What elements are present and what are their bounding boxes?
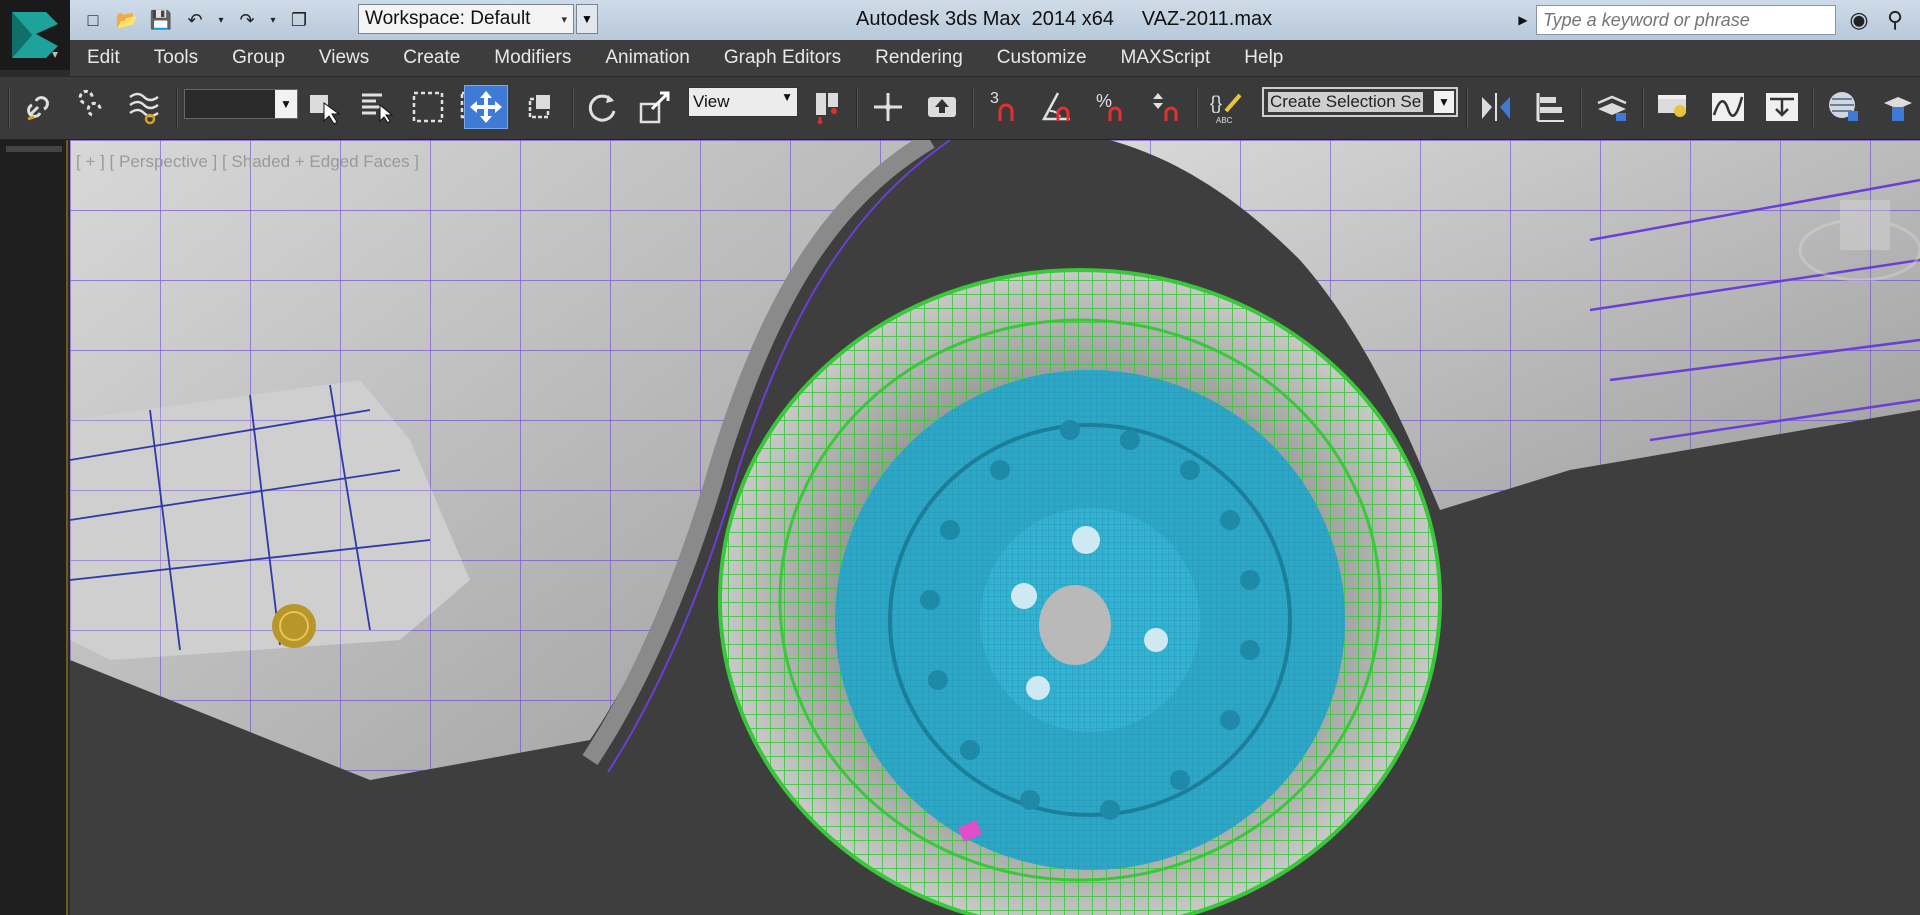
3dsmax-logo-icon [12, 12, 58, 58]
wheel-model [718, 268, 1442, 915]
layer-explorer-icon[interactable] [1590, 85, 1634, 129]
select-and-move-icon[interactable] [464, 85, 508, 129]
menu-create[interactable]: Create [386, 47, 477, 69]
separator [972, 87, 974, 129]
chevron-down-icon: ▼ [781, 90, 793, 104]
new-file-icon[interactable]: □ [78, 6, 108, 34]
separator [1642, 87, 1644, 129]
redo-dropdown-icon[interactable]: ▾ [266, 6, 280, 34]
main-toolbar: ▼ View ▼ 3 % {} ABC Create Selection Se … [0, 76, 1920, 140]
svg-text:{}: {} [1210, 93, 1222, 113]
badge-icon [272, 604, 316, 648]
search-expand-icon[interactable]: ▶ [1516, 6, 1530, 34]
menu-graph-editors[interactable]: Graph Editors [707, 47, 858, 69]
menu-views[interactable]: Views [302, 47, 386, 69]
angle-snap-toggle-icon[interactable] [1036, 85, 1080, 129]
perspective-viewport[interactable] [70, 140, 1920, 915]
separator [856, 87, 858, 129]
redo-icon[interactable]: ↷ [232, 6, 262, 34]
workspace-label: Workspace: Default [365, 8, 531, 29]
panel-grip[interactable] [6, 146, 62, 152]
snaps-toggle-icon[interactable]: 3 [982, 85, 1026, 129]
workspace-menu-button[interactable]: ▼ [576, 4, 598, 34]
menu-animation[interactable]: Animation [588, 47, 707, 69]
reference-coordinate-value: View [693, 92, 730, 111]
save-icon[interactable]: 💾 [146, 6, 176, 34]
render-setup-icon[interactable] [1876, 85, 1920, 129]
application-button[interactable] [0, 0, 70, 70]
rectangular-selection-icon[interactable] [406, 85, 450, 129]
keyboard-shortcut-override-icon[interactable] [920, 85, 964, 129]
select-by-name-icon[interactable] [354, 85, 398, 129]
menu-tools[interactable]: Tools [137, 47, 215, 69]
named-selection-set-dropdown[interactable]: Create Selection Se ▼ [1262, 87, 1458, 117]
quick-access-toolbar: □ 📂 💾 ↶ ▾ ↷ ▾ ❐ [78, 4, 314, 36]
app-window: □ 📂 💾 ↶ ▾ ↷ ▾ ❐ Workspace: Default ▾ ▼ A… [0, 0, 1920, 915]
curve-editor-icon[interactable] [1706, 85, 1750, 129]
select-and-manipulate-icon[interactable] [866, 85, 910, 129]
use-pivot-point-center-icon[interactable] [806, 85, 850, 129]
menu-modifiers[interactable]: Modifiers [477, 47, 588, 69]
title-bar: □ 📂 💾 ↶ ▾ ↷ ▾ ❐ Workspace: Default ▾ ▼ A… [0, 0, 1920, 40]
menu-maxscript[interactable]: MAXScript [1104, 47, 1228, 69]
undo-dropdown-icon[interactable]: ▾ [214, 6, 228, 34]
chevron-down-icon: ▼ [275, 90, 297, 118]
project-folder-icon[interactable]: ❐ [284, 6, 314, 34]
workspace-dropdown[interactable]: Workspace: Default ▾ [358, 4, 574, 34]
select-and-rotate-icon[interactable] [580, 85, 624, 129]
select-object-icon[interactable] [302, 85, 346, 129]
viewport-scene [70, 140, 1920, 915]
selection-filter-dropdown[interactable]: ▼ [184, 89, 298, 119]
menu-bar: Edit Tools Group Views Create Modifiers … [70, 40, 1920, 76]
chevron-down-icon: ▾ [561, 13, 567, 26]
percent-snap-toggle-icon[interactable]: % [1090, 85, 1134, 129]
align-icon[interactable] [1528, 85, 1572, 129]
menu-edit[interactable]: Edit [70, 47, 137, 69]
search-input[interactable] [1536, 5, 1836, 35]
separator [1466, 87, 1468, 129]
toggle-ribbon-icon[interactable] [1652, 85, 1696, 129]
binoculars-icon[interactable]: ◉ [1844, 5, 1874, 35]
select-and-scale-icon[interactable] [634, 85, 678, 129]
viewport-label[interactable]: [ + ] [ Perspective ] [ Shaded + Edged F… [76, 152, 419, 172]
mirror-icon[interactable] [1474, 85, 1518, 129]
viewport-left-panel [0, 140, 68, 915]
separator [572, 87, 574, 129]
svg-text:ABC: ABC [1216, 116, 1233, 125]
material-editor-icon[interactable] [1822, 85, 1866, 129]
window-title: Autodesk 3ds Max 2014 x64 VAZ-2011.max [856, 8, 1273, 30]
open-file-icon[interactable]: 📂 [112, 6, 142, 34]
reference-coordinate-dropdown[interactable]: View ▼ [688, 87, 798, 117]
undo-icon[interactable]: ↶ [180, 6, 210, 34]
snap-label: 3 [990, 90, 999, 107]
spinner-snap-toggle-icon[interactable] [1144, 85, 1188, 129]
edit-named-selection-sets-icon[interactable]: {} ABC [1206, 85, 1250, 129]
schematic-view-icon[interactable] [1760, 85, 1804, 129]
menu-rendering[interactable]: Rendering [858, 47, 980, 69]
key-icon[interactable]: ⚲ [1880, 5, 1910, 35]
menu-help[interactable]: Help [1227, 47, 1300, 69]
chevron-down-icon: ▼ [1434, 91, 1454, 113]
toolbar-grip [8, 87, 10, 129]
bind-to-space-warp-icon[interactable] [122, 85, 166, 129]
menu-customize[interactable]: Customize [980, 47, 1104, 69]
unlink-selection-icon[interactable] [70, 85, 114, 129]
separator [1196, 87, 1198, 129]
separator [1580, 87, 1582, 129]
separator [176, 87, 178, 129]
percent-snap-label: % [1096, 91, 1112, 111]
named-selection-set-value: Create Selection Se [1268, 92, 1424, 112]
select-and-link-icon[interactable] [18, 85, 62, 129]
menu-group[interactable]: Group [215, 47, 302, 69]
select-and-place-icon[interactable] [520, 85, 564, 129]
separator [1812, 87, 1814, 129]
